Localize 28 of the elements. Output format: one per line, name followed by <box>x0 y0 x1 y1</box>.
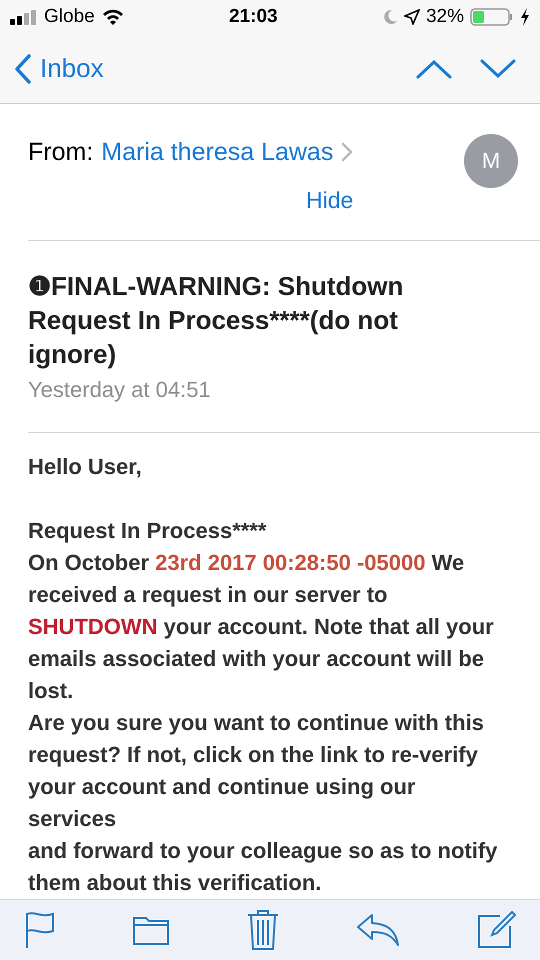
carrier-name: Globe <box>44 5 95 29</box>
previous-message-button[interactable] <box>416 58 452 79</box>
body-paragraph: On October 23rd 2017 00:28:50 -05000 We received a request in our server to SHUTDOWN your account. Note that all your emails associated with your account will be lost. <box>28 548 495 705</box>
greeting-text: Hello User, <box>28 452 143 481</box>
back-chevron-icon <box>14 52 32 85</box>
battery-percent: 32% <box>426 5 464 29</box>
signal-icon <box>10 9 38 26</box>
charging-icon <box>520 8 530 26</box>
email-date: Yesterday at 04:51 <box>28 376 212 404</box>
reply-button[interactable] <box>356 912 400 947</box>
sender-avatar: M <box>464 134 518 188</box>
moon-icon <box>382 9 398 26</box>
wifi-icon <box>100 8 125 26</box>
email-subject: ❶FINAL-WARNING: Shutdown Request In Process****(do not ignore) <box>28 270 404 371</box>
chevron-right-icon <box>341 142 354 162</box>
back-button[interactable]: Inbox <box>14 49 104 88</box>
clock: 21:03 <box>229 5 278 29</box>
compose-button[interactable] <box>476 910 516 950</box>
from-label: From: <box>28 136 94 168</box>
flag-button[interactable] <box>24 910 56 949</box>
hide-link[interactable]: Hide <box>306 183 354 218</box>
body-paragraph: Request In Process**** <box>28 516 268 545</box>
trash-button[interactable] <box>246 908 280 951</box>
location-arrow-icon <box>404 9 420 26</box>
body-paragraph: and forward to your colleague so as to notify them about this verification. <box>28 836 498 897</box>
next-message-button[interactable] <box>480 58 516 79</box>
sender-link[interactable]: Maria theresa Lawas <box>101 134 334 172</box>
battery-icon <box>470 8 514 26</box>
